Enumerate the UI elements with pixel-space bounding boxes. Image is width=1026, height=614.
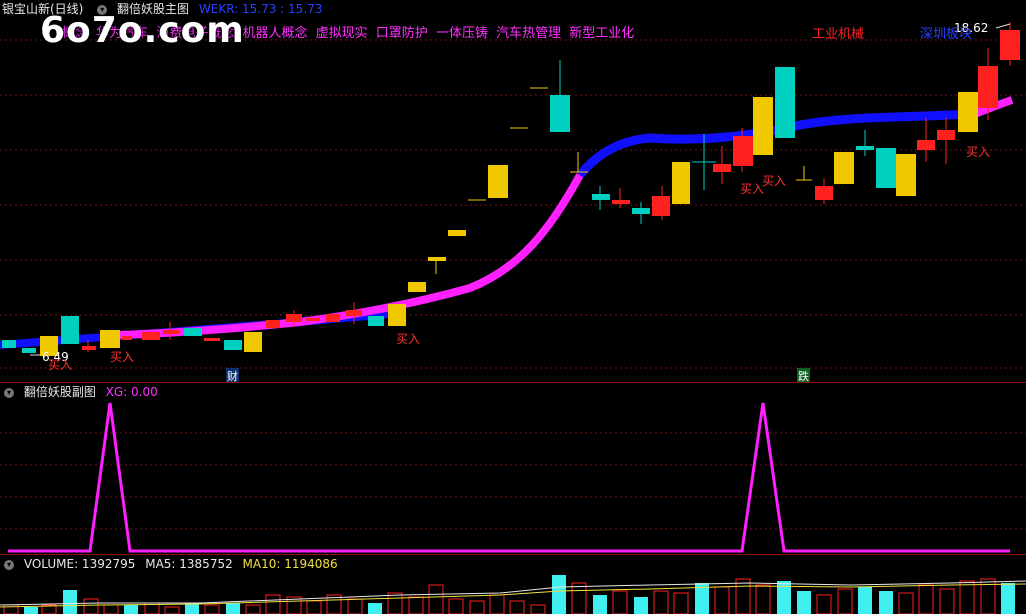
sub-header: ▾ 翻倍妖股副图 XG: 0.00: [0, 383, 164, 401]
candle: [896, 154, 916, 196]
candle: [326, 314, 340, 322]
buy-signal: 买入: [396, 332, 421, 346]
xg-chart: [0, 402, 1026, 553]
buy-signal: 买入: [740, 182, 765, 196]
candles: [2, 22, 1020, 356]
candle: [834, 152, 854, 184]
volume-header: ▾ VOLUME: 1392795 MA5: 1385752 MA10: 119…: [0, 555, 344, 573]
volume-value: VOLUME: 1392795: [23, 557, 136, 571]
candle: [958, 92, 978, 132]
candle: [61, 316, 79, 344]
candle: [100, 330, 120, 348]
candle: [184, 328, 202, 336]
ma5-value: MA5: 1385752: [145, 557, 233, 571]
xg-signal-line: [8, 402, 1010, 553]
buy-signal: 买入: [110, 350, 135, 364]
buy-signal: 买入: [762, 174, 787, 188]
volume-panel[interactable]: ▾ VOLUME: 1392795 MA5: 1385752 MA10: 119…: [0, 554, 1026, 614]
candle: [224, 340, 242, 350]
dropdown-icon[interactable]: ▾: [4, 559, 14, 570]
concept-item: 机器人概念: [242, 26, 308, 41]
main-chart-panel[interactable]: 银宝山新(日线) ▾ 翻倍妖股主图 WEKR: 15.73 : 15.73 概念…: [0, 0, 1026, 382]
region-label: 深圳板块: [920, 27, 973, 42]
industry-label: 工业机械: [812, 27, 865, 42]
fall-marker[interactable]: 跌: [797, 368, 810, 382]
sub-indicator-name[interactable]: 翻倍妖股副图: [24, 385, 96, 399]
candle: [408, 282, 426, 292]
candle: [876, 148, 896, 188]
candle: [2, 340, 16, 348]
candle: [22, 348, 36, 353]
grid-lines: [0, 432, 1026, 530]
candle: [672, 162, 690, 204]
candle: [122, 336, 132, 340]
buy-signal: 买入: [48, 358, 73, 372]
concept-item: 一体压铸: [435, 26, 488, 41]
high-pointer: [995, 23, 1011, 29]
candle: [448, 230, 466, 236]
candle: [753, 97, 773, 155]
candle: [388, 304, 406, 326]
ma10-line: [0, 583, 1026, 608]
candle: [266, 320, 280, 328]
buy-signal: 买入: [966, 145, 991, 159]
candle: [306, 318, 320, 321]
candle: [775, 67, 795, 138]
concept-item: 虚拟现实: [315, 26, 368, 41]
xg-value: XG: 0.00: [105, 385, 158, 399]
concept-item: 汽车热管理: [496, 26, 562, 41]
dropdown-icon[interactable]: ▾: [4, 387, 14, 398]
candle: [368, 316, 384, 326]
sub-indicator-panel[interactable]: ▾ 翻倍妖股副图 XG: 0.00: [0, 382, 1026, 555]
candle: [142, 332, 160, 340]
candle: [244, 332, 262, 352]
ma10-value: MA10: 1194086: [242, 557, 338, 571]
concept-item: 新型工业化: [569, 26, 635, 41]
grid-lines: [0, 39, 1026, 369]
candle: [204, 338, 220, 341]
watermark-logo: 6o7o.com: [40, 10, 245, 51]
candlestick-chart[interactable]: [0, 0, 1026, 382]
finance-marker[interactable]: 财: [226, 368, 239, 382]
concept-item: 口罩防护: [375, 26, 428, 41]
candle: [488, 165, 508, 198]
